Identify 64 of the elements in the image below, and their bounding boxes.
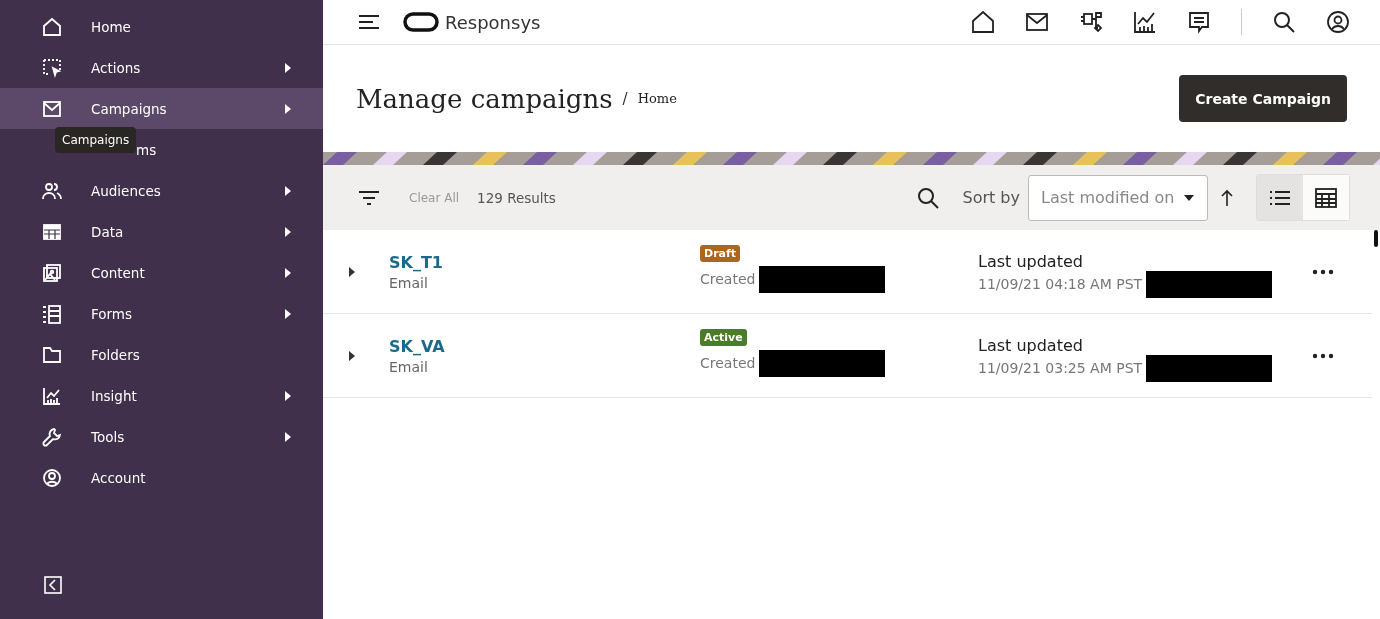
wrench-icon [42,426,62,447]
results-count: 129 Results [477,189,556,206]
home-icon[interactable] [971,10,995,34]
campaign-name-link[interactable]: SK_VA [389,336,700,356]
sidebar-item[interactable]: Home [91,18,291,35]
account-icon[interactable] [1326,10,1350,34]
updated-time: 11/09/21 04:18 AM PST [978,276,1143,292]
table-icon [1314,185,1338,210]
status-badge: Active [700,328,747,346]
people-icon [42,180,62,201]
message-icon[interactable] [1187,10,1211,34]
breadcrumb-link[interactable]: Home [637,91,677,106]
selection-cursor-icon [42,57,62,78]
campaign-type: Email [389,358,429,375]
breadcrumb-separator: / [622,89,628,108]
logo-icon [403,12,439,32]
campaign-name-link[interactable]: SK_T1 [389,252,700,272]
sidebar-item[interactable]: Folders [91,346,291,363]
more-icon[interactable] [1312,352,1334,359]
mail-icon[interactable] [1025,10,1049,34]
list-view-button[interactable] [1257,175,1303,220]
sidebar-item[interactable]: Actions [91,59,285,76]
created-label: Created [700,355,756,371]
flow-icon[interactable] [1079,10,1103,34]
scrollbar-thumb[interactable] [1374,230,1378,247]
folder-icon [42,344,62,365]
sort-direction-icon[interactable] [1220,188,1234,207]
sidebar-item[interactable]: Tools [91,428,285,445]
sort-label: Sort by [962,188,1020,207]
campaign-type: Email [389,274,429,291]
sidebar-item[interactable]: Insight [91,387,285,404]
mail-icon [42,98,62,119]
sort-dropdown[interactable]: Last modified on [1028,174,1208,221]
page-title: Manage campaigns [356,83,613,114]
sidebar-item[interactable]: Data [91,223,285,240]
account-icon [42,467,62,488]
expand-icon[interactable] [349,266,355,277]
sidebar-item[interactable]: Audiences [91,182,285,199]
collapse-icon[interactable] [44,576,62,594]
chart-icon [42,385,62,406]
sidebar-item[interactable]: Campaigns [0,88,323,129]
more-icon[interactable] [1312,268,1334,275]
create-campaign-button[interactable]: Create Campaign [1179,75,1347,122]
chart-icon[interactable] [1133,10,1157,34]
updated-label: Last updated [978,335,1084,355]
image-icon [42,262,62,283]
sidebar-item[interactable]: Forms [91,305,285,322]
updated-time: 11/09/21 03:25 AM PST [978,360,1143,376]
brand-name: Responsys [445,11,541,33]
expand-icon[interactable] [349,350,355,361]
home-icon [42,16,62,37]
table-view-button[interactable] [1303,175,1349,220]
tooltip: Campaigns [55,127,137,153]
table-icon [42,221,62,242]
sidebar-item[interactable]: Content [91,264,285,281]
created-label: Created [700,271,756,287]
status-badge: Draft [700,244,741,262]
search-icon[interactable] [1272,10,1296,34]
updated-label: Last updated [978,251,1084,271]
sidebar-item[interactable]: Account [91,469,291,486]
dropdown-caret-icon [1184,194,1194,201]
sidebar-item[interactable]: ms [136,141,157,158]
list-icon [42,303,62,324]
search-icon[interactable] [916,185,941,210]
